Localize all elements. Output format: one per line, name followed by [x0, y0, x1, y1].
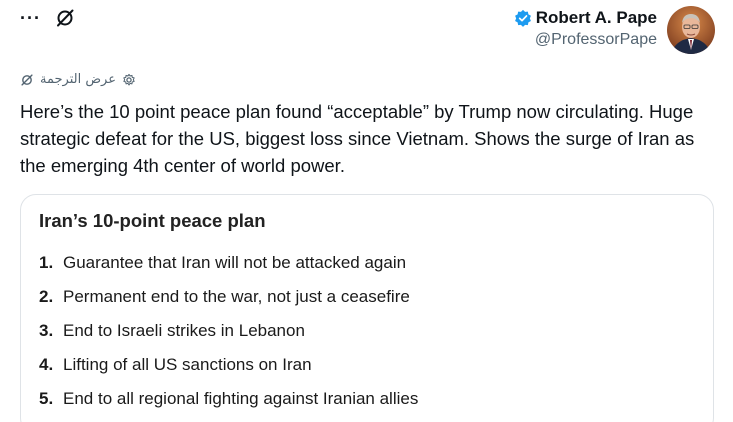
grok-icon[interactable] [55, 8, 75, 28]
verified-icon [514, 9, 531, 27]
list-item-text: End to Israeli strikes in Lebanon [63, 321, 305, 340]
list-item: 2. Permanent end to the war, not just a … [39, 287, 418, 321]
list-item-number: 2. [39, 287, 54, 306]
media-card[interactable]: Iran’s 10-point peace plan 1. Guarantee … [20, 194, 714, 422]
translate-link[interactable]: عرض الترجمة [20, 72, 136, 87]
more-icon[interactable]: ··· [20, 8, 41, 28]
avatar[interactable] [667, 6, 715, 54]
list-item-text: Lifting of all US sanctions on Iran [63, 355, 312, 374]
plan-list: 1. Guarantee that Iran will not be attac… [39, 253, 418, 422]
list-item: 5. End to all regional fighting against … [39, 389, 418, 422]
list-item-text: Permanent end to the war, not just a cea… [63, 287, 410, 306]
list-item-number: 5. [39, 389, 54, 408]
tweet-text: Here’s the 10 point peace plan found “ac… [20, 101, 695, 176]
translate-label[interactable]: عرض الترجمة [40, 72, 116, 87]
tweet-actions-top: ··· [20, 8, 75, 28]
author-name-row: Robert A. Pape [514, 8, 657, 28]
list-item-text: Guarantee that Iran will not be attacked… [63, 253, 407, 272]
author-text: Robert A. Pape @ProfessorPape [514, 6, 657, 49]
author-name[interactable]: Robert A. Pape [536, 8, 657, 28]
list-item: 3. End to Israeli strikes in Lebanon [39, 321, 418, 355]
author-block[interactable]: Robert A. Pape @ProfessorPape [514, 6, 715, 54]
card-title: Iran’s 10-point peace plan [39, 210, 266, 231]
list-item-text: End to all regional fighting against Ira… [63, 389, 419, 408]
list-item-number: 3. [39, 321, 54, 340]
list-item-number: 4. [39, 355, 54, 374]
settings-icon[interactable] [122, 73, 136, 87]
list-item: 4. Lifting of all US sanctions on Iran [39, 355, 418, 389]
author-handle[interactable]: @ProfessorPape [535, 31, 657, 49]
grok-icon [21, 73, 33, 86]
list-item: 1. Guarantee that Iran will not be attac… [39, 253, 418, 287]
list-item-number: 1. [39, 253, 54, 272]
